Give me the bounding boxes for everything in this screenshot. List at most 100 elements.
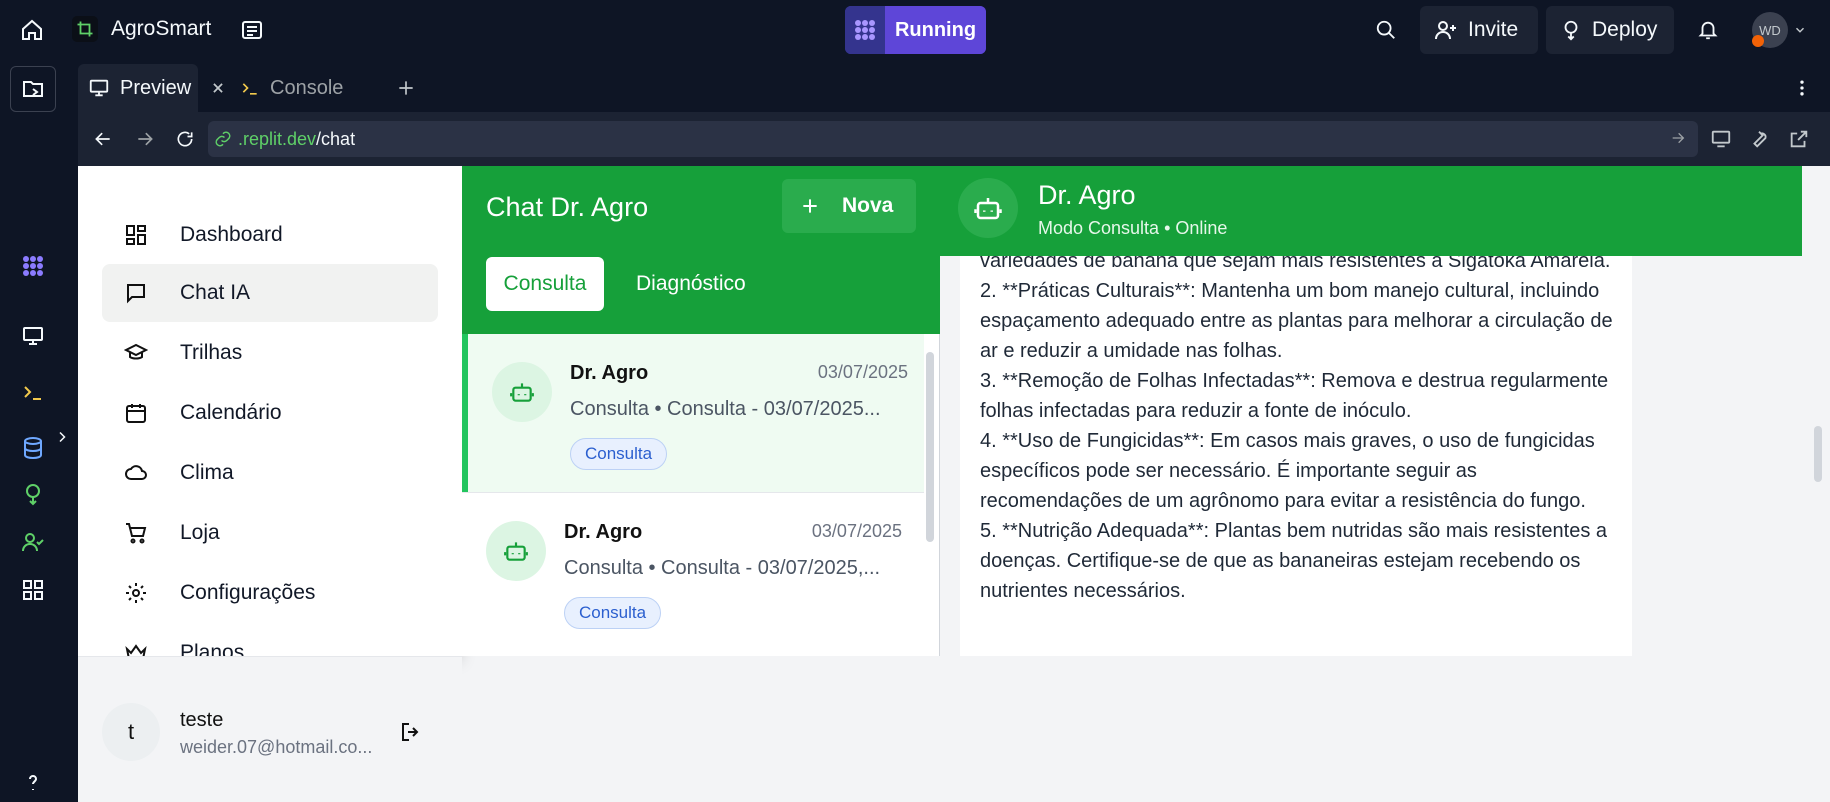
user-email: weider.07@hotmail.co... [180, 737, 373, 757]
sidebar-item-dashboard[interactable]: Dashboard [102, 206, 438, 264]
chat-list-panel: Chat Dr. Agro Nova Consulta Diagnóstico … [462, 166, 940, 656]
tab-consulta[interactable]: Consulta [486, 257, 604, 311]
conversation-scrollbar[interactable] [1810, 256, 1826, 656]
monitor-icon[interactable] [19, 322, 47, 350]
conversation-header: Dr. Agro Modo Consulta • Online [940, 166, 1802, 256]
terminal-icon [240, 78, 260, 98]
chat-item-badge: Consulta [564, 597, 662, 629]
tab-preview[interactable]: Preview [78, 64, 223, 112]
sidebar-item-label: Calendário [180, 401, 282, 424]
url-domain: .replit.dev [238, 128, 317, 149]
new-chat-button[interactable]: Nova [782, 179, 916, 233]
chat-list-scrollbar[interactable] [926, 340, 934, 656]
forward-icon[interactable] [132, 126, 158, 152]
home-icon[interactable] [18, 16, 46, 44]
deploy-label: Deploy [1592, 18, 1658, 41]
sidebar-item-calendario[interactable]: Calendário [102, 384, 438, 442]
sidebar-item-loja[interactable]: Loja [102, 504, 438, 562]
new-chat-label: Nova [842, 194, 894, 217]
user-check-icon[interactable] [19, 528, 47, 556]
chat-item-badge: Consulta [570, 438, 668, 470]
chat-list-item[interactable]: Dr. Agro 03/07/2025 Consulta • Consulta … [462, 334, 924, 492]
reload-icon[interactable] [172, 126, 198, 152]
run-status-label: Running [885, 6, 986, 54]
dashboard-icon [122, 221, 150, 249]
scrollbar-thumb[interactable] [926, 352, 934, 542]
chat-list-header: Chat Dr. Agro Nova Consulta Diagnóstico [462, 166, 940, 334]
app-name[interactable]: AgroSmart [111, 17, 211, 41]
url-input[interactable]: .replit.dev/chat [208, 121, 1698, 157]
conversation-status: Modo Consulta • Online [1038, 218, 1228, 238]
apps-grid-icon[interactable] [19, 576, 47, 604]
preview-pane: Dashboard Chat IA Trilhas Calendário Cli… [78, 166, 1830, 802]
user-box: t teste weider.07@hotmail.co... [78, 656, 462, 802]
user-name: teste [180, 709, 224, 731]
app-logo-icon [72, 16, 98, 42]
close-icon[interactable] [211, 81, 225, 95]
wrench-icon[interactable] [1746, 126, 1772, 152]
logout-icon[interactable] [398, 719, 424, 745]
more-vertical-icon[interactable] [1790, 76, 1814, 100]
add-tab-icon[interactable] [394, 76, 418, 100]
bell-icon[interactable] [1694, 16, 1722, 44]
left-rail [0, 60, 66, 802]
scrollbar-thumb[interactable] [1814, 426, 1822, 482]
invite-button[interactable]: Invite [1420, 6, 1538, 54]
url-path: /chat [316, 128, 356, 149]
sidebar-item-trilhas[interactable]: Trilhas [102, 324, 438, 382]
device-icon[interactable] [1708, 126, 1734, 152]
go-arrow-icon[interactable] [1670, 130, 1686, 146]
terminal-icon[interactable] [19, 378, 47, 406]
message-text: variedades de banana que sejam mais resi… [980, 256, 1613, 602]
chat-item-subtitle: Consulta • Consulta - 03/07/2025,... [564, 557, 881, 579]
cloud-icon [122, 459, 150, 487]
tab-label: Preview [120, 76, 192, 99]
message-bubble: variedades de banana que sejam mais resi… [960, 256, 1632, 656]
tab-diagnostico[interactable]: Diagnóstico [636, 257, 746, 311]
sidebar-item-label: Dashboard [180, 223, 283, 246]
deploy-button[interactable]: Deploy [1546, 6, 1674, 54]
database-icon[interactable] [19, 434, 47, 462]
sidebar-item-label: Loja [180, 521, 220, 544]
sidebar-item-configuracoes[interactable]: Configurações [102, 564, 438, 622]
chat-item-name: Dr. Agro [564, 521, 643, 543]
chat-item-name: Dr. Agro [570, 362, 649, 384]
deployments-icon[interactable] [19, 480, 47, 508]
chevron-down-icon[interactable] [1792, 22, 1808, 38]
sidebar-item-clima[interactable]: Clima [102, 444, 438, 502]
chat-icon [122, 279, 150, 307]
graduation-cap-icon [122, 339, 150, 367]
sidebar-item-label: Clima [180, 461, 234, 484]
help-icon[interactable] [19, 768, 47, 796]
bot-icon [958, 178, 1018, 238]
add-user-icon [1434, 18, 1458, 42]
url-bar: .replit.dev/chat [78, 112, 1830, 166]
chat-list-title: Chat Dr. Agro [486, 192, 649, 222]
agent-icon[interactable] [19, 252, 47, 280]
tab-bar: Preview Console [78, 64, 1830, 112]
link-icon [214, 130, 232, 148]
chat-list-item[interactable]: Dr. Agro 03/07/2025 Consulta • Consulta … [462, 492, 924, 650]
chat-item-subtitle: Consulta • Consulta - 03/07/2025... [570, 398, 881, 420]
sidebar-item-chat-ia[interactable]: Chat IA [102, 264, 438, 322]
chat-item-date: 03/07/2025 [811, 521, 902, 541]
plus-icon [800, 196, 820, 216]
monitor-icon [88, 77, 110, 99]
files-button[interactable] [10, 66, 56, 112]
app-info-icon[interactable] [238, 16, 266, 44]
chat-item-date: 03/07/2025 [817, 362, 908, 382]
calendar-icon [122, 399, 150, 427]
back-icon[interactable] [90, 126, 116, 152]
avatar-badge [1752, 35, 1764, 47]
tab-label: Console [270, 76, 344, 99]
deploy-icon [1560, 19, 1582, 41]
user-avatar: t [102, 703, 160, 761]
chevron-right-icon[interactable] [56, 426, 70, 448]
search-icon[interactable] [1372, 16, 1400, 44]
tab-console[interactable]: Console [230, 64, 380, 112]
conversation-title: Dr. Agro [1038, 180, 1136, 210]
external-link-icon[interactable] [1786, 126, 1812, 152]
run-button[interactable]: Running [845, 6, 986, 54]
cart-icon [122, 519, 150, 547]
top-bar: AgroSmart Running Invite Deploy WD [0, 0, 1830, 60]
